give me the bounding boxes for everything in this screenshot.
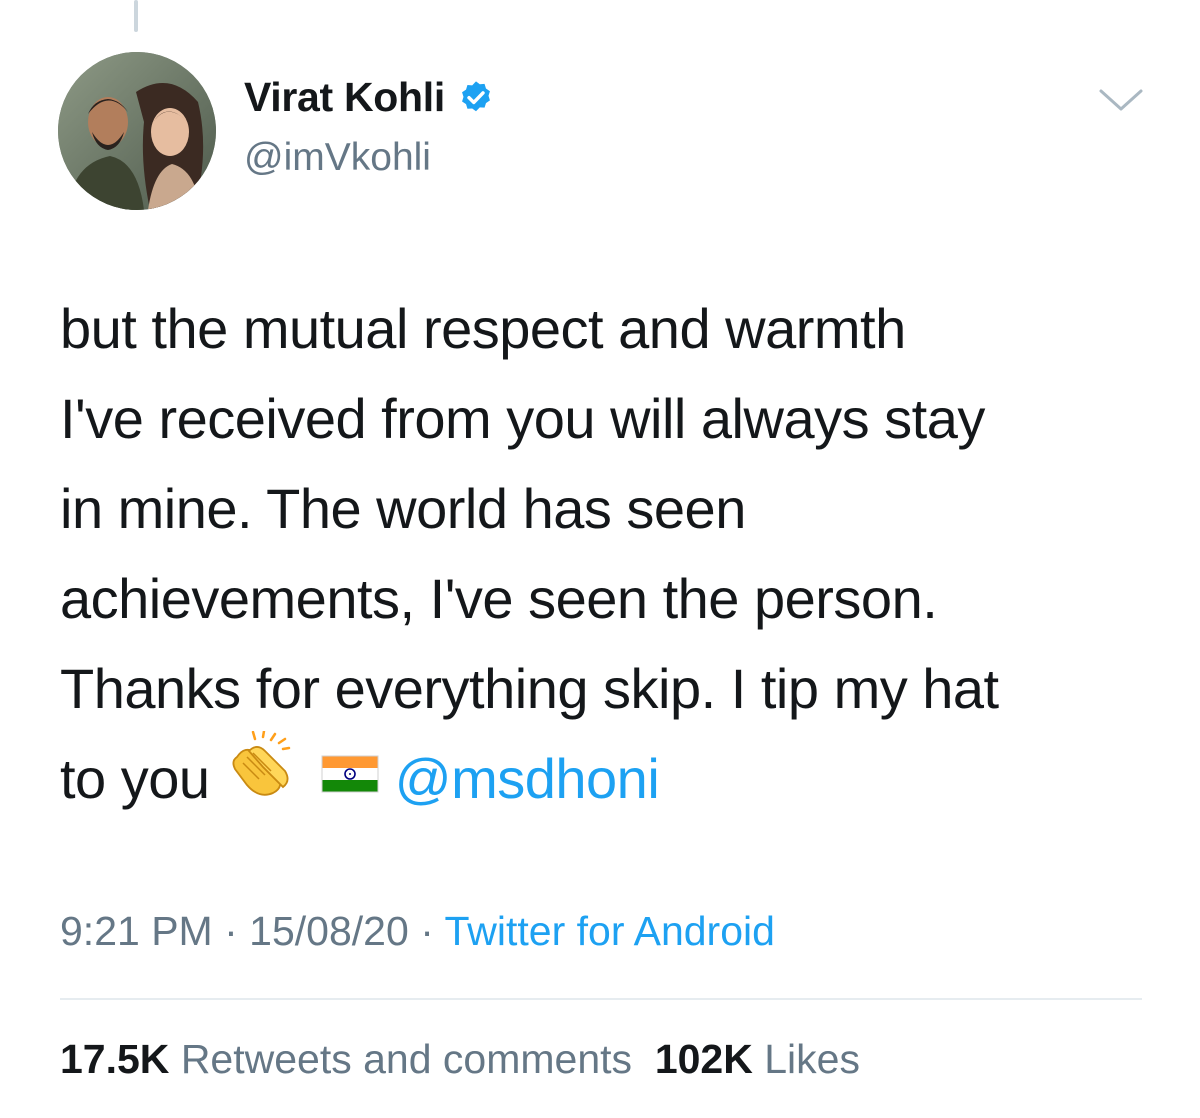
tweet-text-last-line: to you @msdhoni — [60, 729, 1170, 824]
meta-separator: · — [420, 908, 434, 954]
avatar[interactable] — [58, 52, 216, 210]
likes-stat[interactable]: 102K Likes — [655, 1036, 860, 1082]
likes-count: 102K — [654, 1036, 753, 1082]
author-name-row[interactable]: Virat Kohli — [244, 74, 495, 121]
thread-connector-line — [134, 0, 138, 32]
tweet-time: 9:21 PM — [60, 908, 213, 954]
tweet-text: but the mutual respect and warmth I've r… — [60, 284, 1170, 824]
author-handle[interactable]: @imVkohli — [244, 136, 431, 180]
author-display-name[interactable]: Virat Kohli — [244, 74, 445, 121]
tweet-date: 15/08/20 — [249, 908, 409, 954]
tweet-text-line: but the mutual respect and warmth — [60, 297, 906, 360]
divider — [60, 998, 1142, 1000]
meta-separator: · — [224, 908, 238, 954]
mention-link[interactable]: @msdhoni — [395, 747, 660, 810]
tweet-text-line: in mine. The world has seen — [60, 477, 746, 540]
chevron-down-icon[interactable] — [1098, 88, 1144, 112]
tweet-text-line: achievements, I've seen the person. — [60, 567, 938, 630]
retweets-count: 17.5K — [60, 1036, 170, 1082]
tweet-text-line: I've received from you will always stay — [60, 387, 985, 450]
tweet-meta: 9:21 PM · 15/08/20 · Twitter for Android — [60, 908, 775, 955]
retweets-label: Retweets and comments — [180, 1036, 633, 1082]
retweets-stat[interactable]: 17.5K Retweets and comments — [60, 1036, 632, 1082]
tweet-text-line: Thanks for everything skip. I tip my hat — [60, 657, 999, 720]
tweet-stats: 17.5K Retweets and comments 102K Likes — [60, 1036, 860, 1083]
likes-label: Likes — [764, 1036, 860, 1082]
tweet-source-link[interactable]: Twitter for Android — [445, 908, 775, 954]
india-flag-emoji-icon — [320, 732, 380, 822]
verified-badge-icon — [462, 80, 490, 111]
tweet-detail: Virat Kohli @imVkohli but the mutual res… — [0, 0, 1200, 1118]
clapping-hands-emoji-icon — [225, 729, 305, 823]
tweet-text-fragment: to you — [60, 747, 210, 810]
